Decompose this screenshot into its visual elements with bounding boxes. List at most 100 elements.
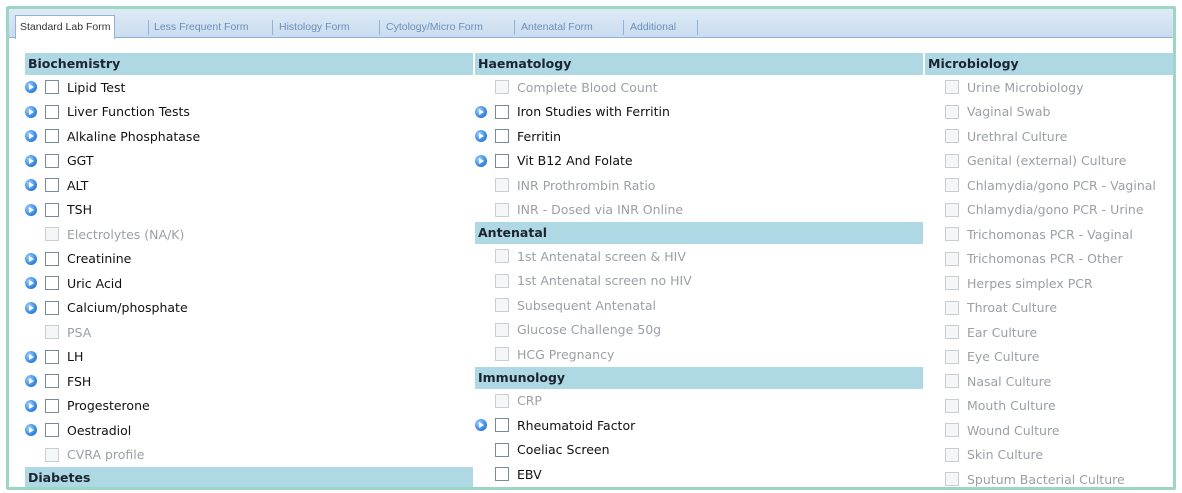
test-label: Skin Culture bbox=[967, 447, 1044, 463]
test-row-vit-b12-and-folate: Vit B12 And Folate bbox=[475, 149, 923, 174]
test-checkbox bbox=[945, 423, 959, 438]
info-icon-slot bbox=[925, 226, 941, 242]
test-checkbox[interactable] bbox=[45, 104, 59, 119]
expand-info-icon[interactable] bbox=[25, 399, 37, 412]
expand-info-icon[interactable] bbox=[25, 179, 37, 192]
test-row-nasal-culture: Nasal Culture bbox=[925, 369, 1173, 394]
expand-info-icon[interactable] bbox=[25, 375, 37, 388]
expand-info-icon[interactable] bbox=[25, 81, 37, 94]
expand-info-icon[interactable] bbox=[25, 252, 37, 265]
test-label: Liver Function Tests bbox=[67, 104, 190, 120]
test-row-sputum-bacterial-culture: Sputum Bacterial Culture bbox=[925, 467, 1173, 487]
expand-info-icon[interactable] bbox=[475, 105, 487, 118]
test-checkbox bbox=[945, 472, 959, 487]
test-label: Throat Culture bbox=[967, 300, 1058, 316]
tab-additional[interactable]: Additional bbox=[626, 17, 680, 38]
info-icon-slot bbox=[25, 128, 41, 144]
test-checkbox[interactable] bbox=[45, 276, 59, 291]
tab-antenatal-form[interactable]: Antenatal Form bbox=[517, 17, 597, 38]
test-label: Ear Culture bbox=[967, 324, 1038, 340]
test-row-trichomonas-pcr-vaginal: Trichomonas PCR - Vaginal bbox=[925, 222, 1173, 247]
tab-histology-form[interactable]: Histology Form bbox=[275, 17, 354, 38]
test-label: Urethral Culture bbox=[967, 128, 1068, 144]
test-checkbox[interactable] bbox=[45, 423, 59, 438]
test-checkbox bbox=[945, 104, 959, 119]
tab-separator bbox=[514, 20, 515, 35]
test-checkbox[interactable] bbox=[45, 300, 59, 315]
expand-info-icon[interactable] bbox=[25, 130, 37, 143]
test-checkbox bbox=[45, 447, 59, 462]
expand-info-icon[interactable] bbox=[475, 130, 487, 143]
test-label: Chlamydia/gono PCR - Urine bbox=[967, 202, 1144, 218]
expand-info-icon[interactable] bbox=[25, 350, 37, 363]
test-label: Eye Culture bbox=[967, 349, 1040, 365]
expand-info-icon[interactable] bbox=[25, 301, 37, 314]
tab-standard-lab-form[interactable]: Standard Lab Form bbox=[15, 15, 116, 39]
test-checkbox[interactable] bbox=[45, 178, 59, 193]
test-row-fsh: FSH bbox=[25, 369, 473, 394]
expand-info-icon[interactable] bbox=[25, 154, 37, 167]
test-checkbox bbox=[945, 129, 959, 144]
test-label: Trichomonas PCR - Vaginal bbox=[967, 226, 1133, 242]
expand-info-icon[interactable] bbox=[25, 105, 37, 118]
test-row-crp: CRP bbox=[475, 389, 923, 414]
test-checkbox bbox=[945, 398, 959, 413]
test-row-oestradiol: Oestradiol bbox=[25, 418, 473, 443]
test-label: EBV bbox=[517, 466, 542, 482]
test-checkbox[interactable] bbox=[45, 202, 59, 217]
test-row-glucose-challenge-50g: Glucose Challenge 50g bbox=[475, 318, 923, 343]
test-checkbox[interactable] bbox=[45, 349, 59, 364]
test-checkbox[interactable] bbox=[45, 80, 59, 95]
info-icon-slot bbox=[475, 466, 491, 482]
test-label: Glucose Challenge 50g bbox=[517, 322, 662, 338]
expand-info-icon[interactable] bbox=[25, 203, 37, 216]
test-row-ear-culture: Ear Culture bbox=[925, 320, 1173, 345]
test-row-urethral-culture: Urethral Culture bbox=[925, 124, 1173, 149]
test-label: Genital (external) Culture bbox=[967, 153, 1127, 169]
info-icon-slot bbox=[475, 273, 491, 289]
test-label: PSA bbox=[67, 324, 92, 340]
test-checkbox[interactable] bbox=[495, 153, 509, 168]
expand-info-icon[interactable] bbox=[25, 424, 37, 437]
test-checkbox bbox=[495, 249, 509, 264]
test-checkbox bbox=[45, 325, 59, 340]
info-icon-slot bbox=[925, 422, 941, 438]
test-label: Creatinine bbox=[67, 251, 132, 267]
info-icon-slot bbox=[925, 373, 941, 389]
test-checkbox[interactable] bbox=[495, 104, 509, 119]
test-label: LH bbox=[67, 349, 84, 365]
test-label: ALT bbox=[67, 177, 89, 193]
test-checkbox bbox=[45, 227, 59, 242]
test-label: Sputum Bacterial Culture bbox=[967, 471, 1125, 487]
test-label: Uric Acid bbox=[67, 275, 123, 291]
test-label: Vit B12 And Folate bbox=[517, 153, 633, 169]
test-checkbox[interactable] bbox=[45, 153, 59, 168]
test-row-skin-culture: Skin Culture bbox=[925, 443, 1173, 468]
info-icon-slot bbox=[475, 393, 491, 409]
test-checkbox[interactable] bbox=[495, 129, 509, 144]
test-label: Progesterone bbox=[67, 398, 150, 414]
test-checkbox[interactable] bbox=[45, 251, 59, 266]
expand-info-icon[interactable] bbox=[25, 277, 37, 290]
test-checkbox[interactable] bbox=[495, 442, 509, 457]
tab-cytology-micro-form[interactable]: Cytology/Micro Form bbox=[382, 17, 487, 38]
test-row-chlamydia-gono-pcr-vaginal: Chlamydia/gono PCR - Vaginal bbox=[925, 173, 1173, 198]
test-label: INR Prothrombin Ratio bbox=[517, 177, 656, 193]
info-icon-slot bbox=[925, 79, 941, 95]
test-checkbox[interactable] bbox=[45, 129, 59, 144]
test-row-alkaline-phosphatase: Alkaline Phosphatase bbox=[25, 124, 473, 149]
info-icon-slot bbox=[475, 153, 491, 169]
test-checkbox[interactable] bbox=[45, 374, 59, 389]
expand-info-icon[interactable] bbox=[475, 154, 487, 167]
test-label: Chlamydia/gono PCR - Vaginal bbox=[967, 177, 1156, 193]
expand-info-icon[interactable] bbox=[475, 419, 487, 432]
test-checkbox[interactable] bbox=[495, 467, 509, 482]
test-checkbox bbox=[495, 347, 509, 362]
test-checkbox[interactable] bbox=[495, 418, 509, 433]
test-row-eye-culture: Eye Culture bbox=[925, 345, 1173, 370]
test-row-lipid-test: Lipid Test bbox=[25, 75, 473, 100]
test-checkbox bbox=[945, 227, 959, 242]
test-label: Calcium/phosphate bbox=[67, 300, 188, 316]
tab-less-frequent-form[interactable]: Less Frequent Form bbox=[150, 17, 253, 38]
test-checkbox[interactable] bbox=[45, 398, 59, 413]
